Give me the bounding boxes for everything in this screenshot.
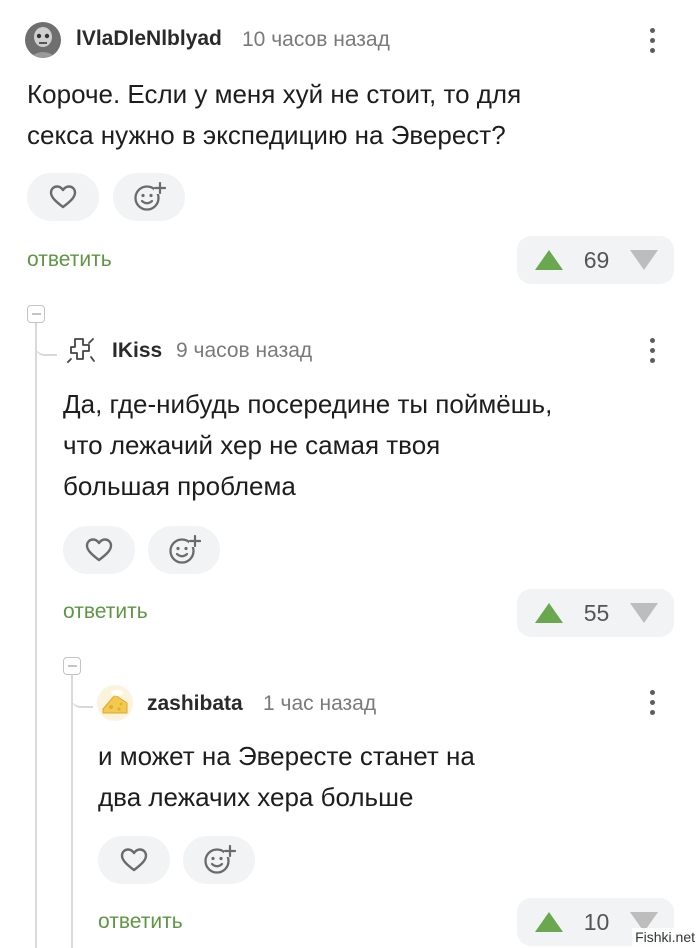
timestamp: 10 часов назад (242, 28, 390, 51)
thread-connector-nested (71, 670, 93, 708)
watermark: Fishki.net (632, 928, 698, 946)
downvote-icon[interactable] (628, 248, 660, 272)
more-menu-icon[interactable] (640, 684, 664, 720)
comment-line: что лежачий хер не самая твоя (63, 430, 441, 460)
outline-glyph-avatar-icon (66, 338, 95, 364)
photo-avatar-icon (25, 22, 61, 58)
like-button[interactable] (98, 836, 170, 884)
username[interactable]: IKiss (112, 339, 162, 363)
comment-line: Короче. Если у меня хуй не стоит, то для (27, 79, 522, 109)
collapse-thread-button[interactable] (27, 305, 45, 323)
smiley-plus-icon (134, 181, 166, 211)
reply-button[interactable]: ответить (63, 600, 148, 624)
thread-line (35, 322, 37, 948)
timestamp: 9 часов назад (176, 339, 313, 362)
comment-line: и может на Эвересте станет на (98, 741, 475, 771)
smiley-plus-icon (204, 844, 236, 874)
comment-line: большая проблема (63, 471, 296, 501)
more-menu-icon[interactable] (640, 22, 664, 58)
rating-value: 55 (583, 599, 610, 626)
username[interactable]: zashibata (147, 692, 243, 716)
reply-button[interactable]: ответить (98, 910, 183, 934)
avatar[interactable] (97, 685, 133, 721)
add-reaction-button[interactable] (113, 173, 185, 221)
comment-line: Да, где-нибудь посередине ты поймёшь, (63, 389, 553, 419)
thread-line-nested (71, 674, 73, 948)
reply-button[interactable]: ответить (27, 248, 112, 272)
thread-connector (35, 318, 57, 356)
avatar[interactable] (63, 333, 99, 369)
vote-widget: 55 (517, 589, 674, 637)
upvote-icon[interactable] (533, 910, 565, 934)
heart-icon (120, 848, 148, 872)
add-reaction-button[interactable] (183, 836, 255, 884)
like-button[interactable] (27, 173, 99, 221)
downvote-icon[interactable] (628, 601, 660, 625)
heart-icon (85, 538, 113, 562)
heart-icon (49, 185, 77, 209)
smiley-plus-icon (169, 534, 201, 564)
timestamp: 1 час назад (263, 692, 377, 715)
comment-line: два лежачих хера больше (98, 782, 414, 812)
upvote-icon[interactable] (533, 248, 565, 272)
comment-line: секса нужно в экспедицию на Эверест? (27, 120, 506, 150)
cheese-avatar-icon (97, 685, 133, 721)
rating-value: 10 (583, 908, 610, 935)
comment-text: Короче. Если у меня хуй не стоит, то для… (27, 74, 521, 156)
upvote-icon[interactable] (533, 601, 565, 625)
collapse-thread-button[interactable] (63, 657, 81, 675)
avatar[interactable] (25, 22, 61, 58)
comment-text: Да, где-нибудь посередине ты поймёшь, чт… (63, 384, 552, 507)
add-reaction-button[interactable] (148, 526, 220, 574)
vote-widget: 69 (517, 236, 674, 284)
like-button[interactable] (63, 526, 135, 574)
comment-text: и может на Эвересте станет на два лежачи… (98, 736, 475, 818)
username[interactable]: lVlaDleNlblyad (76, 27, 222, 51)
more-menu-icon[interactable] (640, 332, 664, 368)
rating-value: 69 (583, 246, 610, 273)
